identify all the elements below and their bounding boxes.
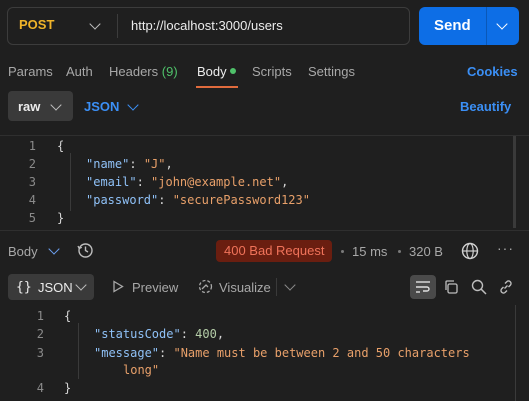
cookies-link[interactable]: Cookies [467,64,518,79]
line-number: 1 [36,309,44,323]
json-value: "securePassword123" [172,193,310,207]
url-divider [117,14,118,38]
editor-scrollbar[interactable] [513,136,516,228]
json-braces-icon: {} [16,280,32,295]
copy-icon[interactable] [443,279,459,295]
line-number: 3 [36,346,44,360]
send-label: Send [434,17,471,34]
line-number: 5 [28,211,36,225]
response-scrollbar[interactable] [515,305,516,401]
tab-headers-label: Headers [109,64,159,79]
wrap-lines-icon [416,281,430,293]
status-text: 400 Bad Request [224,243,325,258]
response-time[interactable]: 15 ms [352,244,387,259]
code-line[interactable]: "email": "john@example.net", [86,175,288,189]
indent-guide [78,323,79,379]
code-line: "statusCode": 400, [94,327,225,341]
json-value: 400 [195,327,217,341]
response-section-chevron-down-icon[interactable] [48,243,60,255]
visualize-button[interactable]: Visualize [219,280,271,295]
brace-open: { [57,139,65,153]
link-icon[interactable] [498,279,514,295]
response-format-label: JSON [38,280,73,295]
code-line[interactable]: { [57,139,64,153]
json-key: "statusCode" [94,327,181,341]
line-number: 4 [36,381,44,395]
send-split-divider [486,7,487,45]
json-value: "Name must be between 2 and 50 character… [173,346,470,360]
line-number: 2 [36,327,44,341]
line-number: 4 [28,193,36,207]
code-line: { [64,309,71,323]
response-section-label[interactable]: Body [8,244,38,259]
preview-button[interactable]: Preview [132,280,178,295]
brace-open: { [64,309,72,323]
more-options-icon[interactable]: ··· [497,240,514,256]
meta-separator [341,250,344,253]
indent-guide [70,153,71,211]
body-format-select[interactable]: JSON [84,99,119,114]
response-size[interactable]: 320 B [409,244,443,259]
line-number: 2 [28,157,36,171]
code-line[interactable]: "password": "securePassword123" [86,193,310,207]
brace-close: } [64,381,72,395]
visualize-icon [198,279,213,294]
meta-separator [398,250,401,253]
panel-separator[interactable] [0,230,529,231]
json-value: "J" [143,157,166,171]
search-icon[interactable] [471,279,487,295]
json-key: "name" [86,157,130,171]
line-number: 1 [28,139,36,153]
tab-body[interactable]: Body [197,64,227,79]
tab-auth[interactable]: Auth [66,64,93,79]
body-modified-dot [230,68,236,74]
globe-icon[interactable] [461,242,479,260]
body-format-chevron-down-icon[interactable] [127,99,139,111]
headers-count: (9) [161,64,178,79]
visualize-chevron-down-icon[interactable] [284,279,296,291]
beautify-button[interactable]: Beautify [460,99,511,114]
editor-border [0,135,529,136]
code-line[interactable]: } [57,211,64,225]
tab-body-underline [196,86,238,88]
brace-close: } [57,211,65,225]
json-key: "message" [94,346,160,360]
url-input[interactable]: http://localhost:3000/users [131,18,283,33]
tab-settings[interactable]: Settings [308,64,355,79]
code-line: "message": "Name must be between 2 and 5… [94,346,470,360]
json-value: "john@example.net" [151,175,282,189]
toolbar-divider [276,278,277,296]
json-key: "password" [86,193,159,207]
method-select[interactable]: POST [19,17,54,32]
json-key: "email" [86,175,137,189]
code-line-wrapped: long" [123,363,160,377]
line-number: 3 [28,175,36,189]
tab-headers[interactable]: Headers (9) [109,64,178,79]
code-line: } [64,381,71,395]
history-icon[interactable] [77,242,94,259]
tab-scripts[interactable]: Scripts [252,64,292,79]
code-line[interactable]: "name": "J", [86,157,173,171]
tab-params[interactable]: Params [8,64,53,79]
body-mode-label: raw [18,99,41,114]
play-icon [113,280,124,293]
